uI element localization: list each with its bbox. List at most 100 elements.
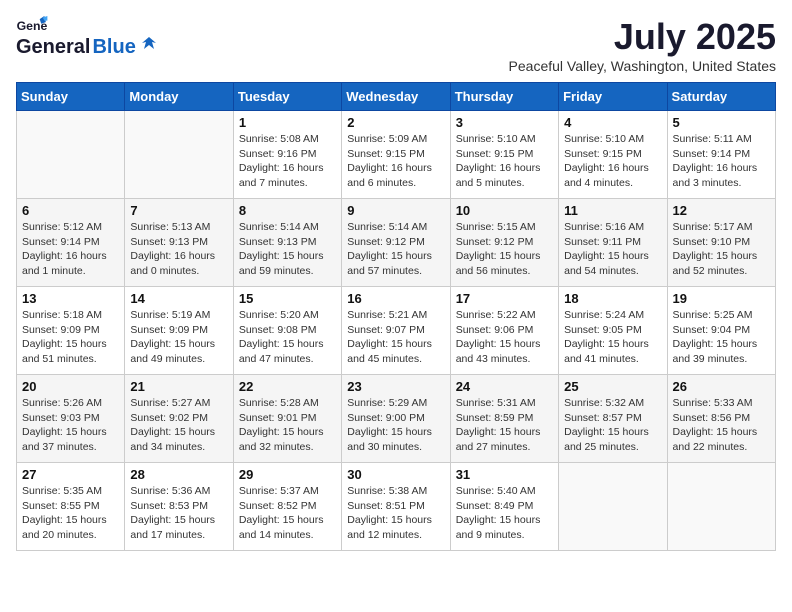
calendar-cell: 1 Sunrise: 5:08 AM Sunset: 9:16 PM Daylig… <box>233 111 341 199</box>
calendar-header-row: SundayMondayTuesdayWednesdayThursdayFrid… <box>17 83 776 111</box>
calendar-week-row: 1 Sunrise: 5:08 AM Sunset: 9:16 PM Daylig… <box>17 111 776 199</box>
calendar-cell: 11 Sunrise: 5:16 AM Sunset: 9:11 PM Dayli… <box>559 199 667 287</box>
day-detail: Sunrise: 5:13 AM Sunset: 9:13 PM Dayligh… <box>130 220 227 279</box>
calendar-week-row: 20Sunrise: 5:26 AM Sunset: 9:03 PM Dayli… <box>17 375 776 463</box>
calendar-cell: 31 Sunrise: 5:40 AM Sunset: 8:49 PM Dayli… <box>450 463 558 551</box>
calendar-cell: 19 Sunrise: 5:25 AM Sunset: 9:04 PM Dayli… <box>667 287 775 375</box>
col-header-wednesday: Wednesday <box>342 83 450 111</box>
calendar-cell: 23 Sunrise: 5:29 AM Sunset: 9:00 PM Dayli… <box>342 375 450 463</box>
day-detail: Sunrise: 5:22 AM Sunset: 9:06 PM Dayligh… <box>456 308 553 367</box>
day-number: 17 <box>456 291 553 306</box>
day-number: 14 <box>130 291 227 306</box>
day-detail: Sunrise: 5:08 AM Sunset: 9:16 PM Dayligh… <box>239 132 336 191</box>
day-detail: Sunrise: 5:37 AM Sunset: 8:52 PM Dayligh… <box>239 484 336 543</box>
day-detail: Sunrise: 5:12 AM Sunset: 9:14 PM Dayligh… <box>22 220 119 279</box>
day-number: 23 <box>347 379 444 394</box>
day-number: 4 <box>564 115 661 130</box>
day-detail: Sunrise: 5:11 AM Sunset: 9:14 PM Dayligh… <box>673 132 770 191</box>
calendar-cell: 24Sunrise: 5:31 AM Sunset: 8:59 PM Dayli… <box>450 375 558 463</box>
logo-icon: General <box>16 16 48 36</box>
calendar-week-row: 6 Sunrise: 5:12 AM Sunset: 9:14 PM Daylig… <box>17 199 776 287</box>
day-detail: Sunrise: 5:35 AM Sunset: 8:55 PM Dayligh… <box>22 484 119 543</box>
day-number: 27 <box>22 467 119 482</box>
day-detail: Sunrise: 5:20 AM Sunset: 9:08 PM Dayligh… <box>239 308 336 367</box>
day-number: 30 <box>347 467 444 482</box>
title-area: July 2025 Peaceful Valley, Washington, U… <box>509 16 776 74</box>
calendar-cell <box>125 111 233 199</box>
day-detail: Sunrise: 5:38 AM Sunset: 8:51 PM Dayligh… <box>347 484 444 543</box>
day-detail: Sunrise: 5:32 AM Sunset: 8:57 PM Dayligh… <box>564 396 661 455</box>
day-detail: Sunrise: 5:19 AM Sunset: 9:09 PM Dayligh… <box>130 308 227 367</box>
day-number: 3 <box>456 115 553 130</box>
day-number: 16 <box>347 291 444 306</box>
calendar-cell: 25 Sunrise: 5:32 AM Sunset: 8:57 PM Dayli… <box>559 375 667 463</box>
col-header-thursday: Thursday <box>450 83 558 111</box>
day-detail: Sunrise: 5:31 AM Sunset: 8:59 PM Dayligh… <box>456 396 553 455</box>
calendar-cell: 6 Sunrise: 5:12 AM Sunset: 9:14 PM Daylig… <box>17 199 125 287</box>
calendar-cell: 15 Sunrise: 5:20 AM Sunset: 9:08 PM Dayli… <box>233 287 341 375</box>
calendar-cell: 10 Sunrise: 5:15 AM Sunset: 9:12 PM Dayli… <box>450 199 558 287</box>
day-number: 22 <box>239 379 336 394</box>
calendar-cell: 3 Sunrise: 5:10 AM Sunset: 9:15 PM Daylig… <box>450 111 558 199</box>
page-header: General General Blue July 2025 Peaceful … <box>16 16 776 74</box>
day-detail: Sunrise: 5:18 AM Sunset: 9:09 PM Dayligh… <box>22 308 119 367</box>
day-detail: Sunrise: 5:28 AM Sunset: 9:01 PM Dayligh… <box>239 396 336 455</box>
day-number: 19 <box>673 291 770 306</box>
day-number: 11 <box>564 203 661 218</box>
day-number: 6 <box>22 203 119 218</box>
day-detail: Sunrise: 5:33 AM Sunset: 8:56 PM Dayligh… <box>673 396 770 455</box>
day-number: 25 <box>564 379 661 394</box>
calendar-week-row: 13 Sunrise: 5:18 AM Sunset: 9:09 PM Dayli… <box>17 287 776 375</box>
day-number: 31 <box>456 467 553 482</box>
calendar-cell: 14 Sunrise: 5:19 AM Sunset: 9:09 PM Dayli… <box>125 287 233 375</box>
day-number: 2 <box>347 115 444 130</box>
day-detail: Sunrise: 5:14 AM Sunset: 9:12 PM Dayligh… <box>347 220 444 279</box>
day-detail: Sunrise: 5:15 AM Sunset: 9:12 PM Dayligh… <box>456 220 553 279</box>
day-detail: Sunrise: 5:25 AM Sunset: 9:04 PM Dayligh… <box>673 308 770 367</box>
calendar-cell: 8 Sunrise: 5:14 AM Sunset: 9:13 PM Daylig… <box>233 199 341 287</box>
day-number: 29 <box>239 467 336 482</box>
calendar-cell <box>17 111 125 199</box>
calendar-cell: 17 Sunrise: 5:22 AM Sunset: 9:06 PM Dayli… <box>450 287 558 375</box>
day-detail: Sunrise: 5:36 AM Sunset: 8:53 PM Dayligh… <box>130 484 227 543</box>
day-number: 13 <box>22 291 119 306</box>
day-detail: Sunrise: 5:17 AM Sunset: 9:10 PM Dayligh… <box>673 220 770 279</box>
day-detail: Sunrise: 5:26 AM Sunset: 9:03 PM Dayligh… <box>22 396 119 455</box>
col-header-saturday: Saturday <box>667 83 775 111</box>
day-number: 1 <box>239 115 336 130</box>
day-detail: Sunrise: 5:10 AM Sunset: 9:15 PM Dayligh… <box>456 132 553 191</box>
day-number: 10 <box>456 203 553 218</box>
calendar-table: SundayMondayTuesdayWednesdayThursdayFrid… <box>16 82 776 551</box>
day-number: 15 <box>239 291 336 306</box>
calendar-cell: 9Sunrise: 5:14 AM Sunset: 9:12 PM Daylig… <box>342 199 450 287</box>
day-number: 8 <box>239 203 336 218</box>
calendar-cell: 13 Sunrise: 5:18 AM Sunset: 9:09 PM Dayli… <box>17 287 125 375</box>
col-header-sunday: Sunday <box>17 83 125 111</box>
calendar-cell: 5Sunrise: 5:11 AM Sunset: 9:14 PM Daylig… <box>667 111 775 199</box>
calendar-week-row: 27 Sunrise: 5:35 AM Sunset: 8:55 PM Dayli… <box>17 463 776 551</box>
day-detail: Sunrise: 5:16 AM Sunset: 9:11 PM Dayligh… <box>564 220 661 279</box>
day-detail: Sunrise: 5:27 AM Sunset: 9:02 PM Dayligh… <box>130 396 227 455</box>
calendar-cell: 16Sunrise: 5:21 AM Sunset: 9:07 PM Dayli… <box>342 287 450 375</box>
logo-bird-icon <box>140 35 158 53</box>
day-number: 21 <box>130 379 227 394</box>
calendar-cell: 26 Sunrise: 5:33 AM Sunset: 8:56 PM Dayli… <box>667 375 775 463</box>
day-number: 7 <box>130 203 227 218</box>
calendar-cell: 2Sunrise: 5:09 AM Sunset: 9:15 PM Daylig… <box>342 111 450 199</box>
day-number: 28 <box>130 467 227 482</box>
day-detail: Sunrise: 5:29 AM Sunset: 9:00 PM Dayligh… <box>347 396 444 455</box>
calendar-cell: 20Sunrise: 5:26 AM Sunset: 9:03 PM Dayli… <box>17 375 125 463</box>
calendar-cell <box>559 463 667 551</box>
col-header-tuesday: Tuesday <box>233 83 341 111</box>
logo: General General Blue <box>16 16 158 59</box>
day-detail: Sunrise: 5:14 AM Sunset: 9:13 PM Dayligh… <box>239 220 336 279</box>
day-number: 26 <box>673 379 770 394</box>
month-title: July 2025 <box>509 16 776 58</box>
calendar-cell: 4 Sunrise: 5:10 AM Sunset: 9:15 PM Daylig… <box>559 111 667 199</box>
calendar-cell: 29 Sunrise: 5:37 AM Sunset: 8:52 PM Dayli… <box>233 463 341 551</box>
day-detail: Sunrise: 5:40 AM Sunset: 8:49 PM Dayligh… <box>456 484 553 543</box>
calendar-cell: 28 Sunrise: 5:36 AM Sunset: 8:53 PM Dayli… <box>125 463 233 551</box>
calendar-cell: 12Sunrise: 5:17 AM Sunset: 9:10 PM Dayli… <box>667 199 775 287</box>
calendar-cell: 27 Sunrise: 5:35 AM Sunset: 8:55 PM Dayli… <box>17 463 125 551</box>
day-detail: Sunrise: 5:10 AM Sunset: 9:15 PM Dayligh… <box>564 132 661 191</box>
